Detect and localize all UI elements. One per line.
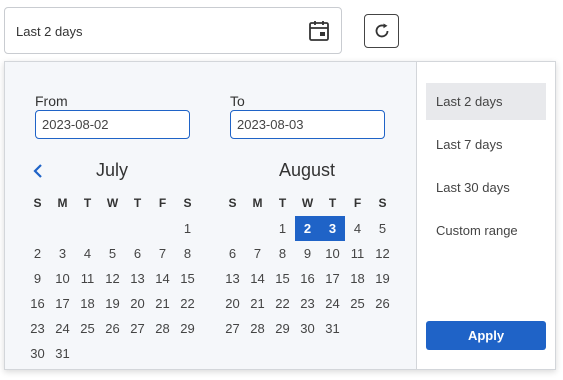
calendar-day[interactable]: 27 [220,316,245,341]
to-label: To [230,93,245,109]
calendar-day[interactable]: 8 [175,241,200,266]
calendar-day[interactable]: 21 [245,291,270,316]
calendar-day[interactable]: 29 [175,316,200,341]
calendar-day[interactable]: 22 [175,291,200,316]
calendar-day[interactable]: 20 [220,291,245,316]
calendar-day[interactable]: 18 [345,266,370,291]
month-title-july: July [95,160,128,180]
calendar-day[interactable]: 22 [270,291,295,316]
calendar-day[interactable]: 15 [270,266,295,291]
weekday-header: T [133,196,142,210]
calendar-day[interactable]: 31 [320,316,345,341]
date-range-value: Last 2 days [16,24,83,39]
calendar-day[interactable]: 19 [370,266,395,291]
calendar-day[interactable]: 9 [25,266,50,291]
calendar-day[interactable]: 9 [295,241,320,266]
calendar-day[interactable]: 27 [125,316,150,341]
calendar-day[interactable]: 28 [245,316,270,341]
calendar-day[interactable]: 13 [125,266,150,291]
calendar-day[interactable]: 11 [75,266,100,291]
calendar-day[interactable]: 24 [50,316,75,341]
range-option[interactable]: Custom range [426,212,546,249]
calendar-day[interactable]: 2 [25,241,50,266]
calendar-day[interactable]: 3 [50,241,75,266]
calendar-day[interactable]: 21 [150,291,175,316]
calendar-day[interactable]: 7 [150,241,175,266]
calendar-icon[interactable] [308,20,330,42]
calendar-day[interactable]: 17 [320,266,345,291]
calendar-day[interactable]: 14 [245,266,270,291]
calendar-day[interactable]: 20 [125,291,150,316]
calendar-panel: From 2023-08-02 To 2023-08-03 July Augus… [5,62,416,369]
range-options-panel: Last 2 days Last 7 days Last 30 days Custom… [417,62,555,369]
weekday-header: M [57,196,68,210]
calendar-day[interactable]: 23 [25,316,50,341]
calendar-day[interactable]: 13 [220,266,245,291]
date-range-input[interactable]: Last 2 days [4,7,342,54]
calendar-day[interactable]: 30 [25,341,50,366]
calendar-day[interactable]: 31 [50,341,75,366]
calendar-day[interactable]: 30 [295,316,320,341]
refresh-icon [375,23,389,38]
calendar-day[interactable]: 5 [370,216,395,241]
weekday-header: S [33,196,42,210]
calendar-day[interactable]: 23 [295,291,320,316]
date-range-picker: From 2023-08-02 To 2023-08-03 July Augus… [4,61,556,370]
weekday-header: S [228,196,237,210]
weekday-header: T [328,196,337,210]
calendar-day[interactable]: 1 [175,216,200,241]
weekday-header: F [158,196,167,210]
weekday-header: W [106,196,119,210]
calendar-day-selected[interactable]: 2 [295,216,320,241]
weekday-header: T [83,196,92,210]
calendar-day[interactable]: 10 [320,241,345,266]
calendar-day[interactable]: 29 [270,316,295,341]
month-title-august: August [278,160,336,180]
calendar-day-selected[interactable]: 3 [320,216,345,241]
weekday-header: F [353,196,362,210]
calendar-day[interactable]: 10 [50,266,75,291]
apply-button[interactable]: Apply [426,321,546,350]
weekday-header: S [183,196,192,210]
calendar-day[interactable]: 14 [150,266,175,291]
calendar-day[interactable]: 26 [370,291,395,316]
calendar-day[interactable]: 6 [125,241,150,266]
to-date-input[interactable]: 2023-08-03 [230,110,385,139]
from-date-input[interactable]: 2023-08-02 [35,110,190,139]
calendar-day[interactable]: 7 [245,241,270,266]
calendar-day[interactable]: 19 [100,291,125,316]
calendar-day[interactable]: 8 [270,241,295,266]
chevron-left-icon[interactable] [31,163,45,179]
calendar-day[interactable]: 28 [150,316,175,341]
weekday-header: T [278,196,287,210]
range-option[interactable]: Last 7 days [426,126,546,163]
calendar-day[interactable]: 24 [320,291,345,316]
refresh-button[interactable] [364,14,399,48]
range-option[interactable]: Last 30 days [426,169,546,206]
calendar-day[interactable]: 18 [75,291,100,316]
from-label: From [35,93,68,109]
calendar-day[interactable]: 11 [345,241,370,266]
weekday-header: S [378,196,387,210]
range-option[interactable]: Last 2 days [426,83,546,120]
weekday-header: W [301,196,314,210]
calendar-day[interactable]: 26 [100,316,125,341]
weekday-header: M [252,196,263,210]
calendar-day[interactable]: 6 [220,241,245,266]
calendar-day[interactable]: 4 [75,241,100,266]
calendar-day[interactable]: 15 [175,266,200,291]
calendar-day[interactable]: 25 [75,316,100,341]
calendar-day[interactable]: 4 [345,216,370,241]
calendar-day[interactable]: 17 [50,291,75,316]
calendar-day[interactable]: 12 [100,266,125,291]
calendar-day[interactable]: 1 [270,216,295,241]
calendar-day[interactable]: 16 [295,266,320,291]
calendar-day[interactable]: 16 [25,291,50,316]
calendar-day[interactable]: 12 [370,241,395,266]
calendar-day[interactable]: 25 [345,291,370,316]
calendar-day[interactable]: 5 [100,241,125,266]
